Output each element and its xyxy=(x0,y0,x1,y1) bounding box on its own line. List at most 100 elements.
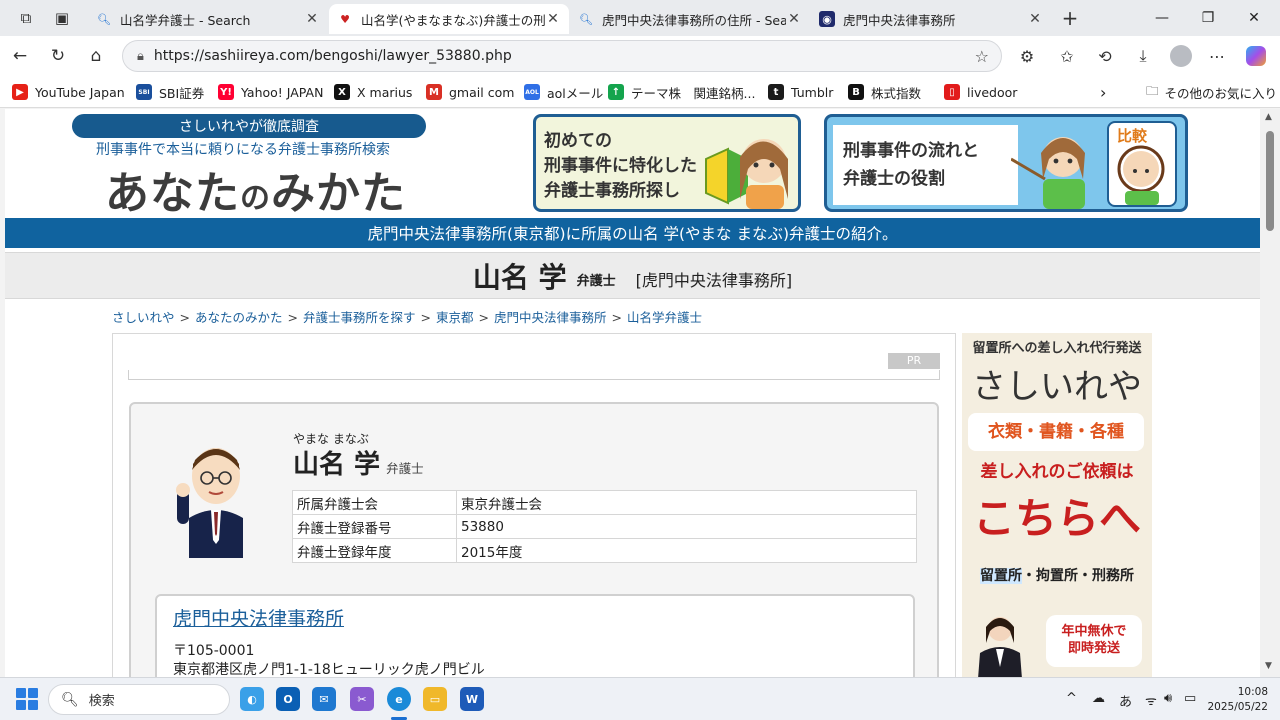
pr-ad-slot xyxy=(128,370,940,380)
breadcrumb-link[interactable]: 山名学弁護士 xyxy=(627,310,702,325)
breadcrumb-link[interactable]: 弁護士事務所を探す xyxy=(303,310,416,325)
ad-here: こちらへ xyxy=(972,494,1141,543)
breadcrumb-link[interactable]: 東京都 xyxy=(436,310,474,325)
compare-badge[interactable]: 比較 xyxy=(1107,121,1177,207)
battery-icon[interactable]: ▭ xyxy=(1184,691,1196,706)
address-bar[interactable]: 🔒︎ https://sashiireya.com/bengoshi/lawye… xyxy=(122,40,1002,72)
edge-icon[interactable]: e xyxy=(387,687,411,711)
volume-icon[interactable]: 🔊︎ xyxy=(1164,691,1172,706)
close-tab-icon[interactable]: ✕ xyxy=(1027,11,1043,27)
scroll-down-icon[interactable]: ▼ xyxy=(1265,661,1272,671)
outlook-icon[interactable]: O xyxy=(276,687,300,711)
folder-icon: 🗀 xyxy=(1146,82,1159,98)
banner-first-time[interactable]: 初めての 刑事事件に特化した 弁護士事務所探し xyxy=(533,114,801,212)
breadcrumb-link[interactable]: あなたのみかた xyxy=(195,310,283,325)
breadcrumb-link[interactable]: 虎門中央法律事務所 xyxy=(494,310,607,325)
scrollbar-thumb[interactable] xyxy=(1266,131,1274,231)
ad-badge: 年中無休で 即時発送 xyxy=(1046,615,1142,667)
wifi-icon[interactable]: ᯤ xyxy=(1145,691,1157,709)
taskbar-search[interactable]: 🔍︎ 検索 xyxy=(48,684,230,715)
office-address: 東京都港区虎ノ門1-1-18ヒューリック虎ノ門ビル xyxy=(173,662,485,677)
lawyer-info-table: 所属弁護士会 東京弁護士会 弁護士登録番号 53880 弁護士登録年度 2015年度 xyxy=(292,490,917,563)
show-hidden-icons-icon[interactable]: ^ xyxy=(1066,691,1077,706)
profile-avatar[interactable] xyxy=(1168,44,1194,68)
lock-icon: 🔒︎ xyxy=(137,48,144,64)
bookmarks-overflow-icon[interactable]: › xyxy=(1100,82,1106,102)
tab-law-firm[interactable]: ◉ 虎門中央法律事務所 ✕ xyxy=(811,4,1051,34)
banner-text: 初めての 刑事事件に特化した 弁護士事務所探し xyxy=(544,131,697,201)
tab-actions-icon[interactable]: ▣ xyxy=(50,6,74,30)
gmail-icon: M xyxy=(426,84,442,100)
ime-indicator[interactable]: あ xyxy=(1119,691,1132,710)
row-value: 2015年度 xyxy=(456,538,917,563)
tab-search[interactable]: 🔍︎ 山名学弁護士 - Search ✕ xyxy=(88,4,328,34)
tab-address-search[interactable]: 🔍︎ 虎門中央法律事務所の住所 - Sea ✕ xyxy=(570,4,810,34)
bookmark-item[interactable]: Mgmail com xyxy=(426,82,514,102)
close-tab-icon[interactable]: ✕ xyxy=(545,11,561,27)
favorite-star-icon[interactable]: ☆ xyxy=(975,47,989,66)
history-icon[interactable]: ⟲ xyxy=(1092,44,1118,68)
new-tab-icon[interactable]: + xyxy=(1058,6,1082,30)
banner-flow[interactable]: 刑事事件の流れと 弁護士の役割 比較 xyxy=(824,114,1188,212)
home-icon[interactable]: ⌂ xyxy=(82,42,110,70)
bookmark-item[interactable]: Y! Yahoo! JAPAN xyxy=(218,82,323,102)
breadcrumb-link[interactable]: さしいれや xyxy=(112,310,175,325)
extensions-icon[interactable]: ⚙ xyxy=(1014,44,1040,68)
bookmark-item[interactable]: t Tumblr xyxy=(768,82,833,102)
page-scrollbar[interactable]: ▲ ▼ xyxy=(1260,109,1280,677)
onedrive-icon[interactable]: ☁ xyxy=(1092,691,1105,706)
close-window-icon[interactable]: ✕ xyxy=(1232,4,1276,32)
sashiireya-ad[interactable]: 留置所への差し入れ代行発送 さしいれや 衣類・書籍・各種 差し入れのご依頼は こ… xyxy=(962,333,1152,677)
word-icon[interactable]: W xyxy=(460,687,484,711)
snipping-tool-icon[interactable]: ✂ xyxy=(350,687,374,711)
office-zip: 〒105-0001 xyxy=(173,643,255,659)
more-menu-icon[interactable]: ⋯ xyxy=(1204,44,1230,68)
bookmark-item[interactable]: AOL aolメール xyxy=(524,82,603,102)
row-key: 弁護士登録番号 xyxy=(292,514,457,539)
scroll-up-icon[interactable]: ▲ xyxy=(1265,112,1272,122)
lawyer-name-heading: 山名 学 xyxy=(472,260,567,294)
bookmark-item[interactable]: ▯ livedoor xyxy=(944,82,1017,102)
banner-illustration-icon xyxy=(705,139,788,209)
clock[interactable]: 10:08 2025/05/22 xyxy=(1206,685,1268,715)
copilot-icon[interactable] xyxy=(1243,44,1269,68)
search-icon: 🔍︎ xyxy=(61,691,79,708)
bookmark-label: Yahoo! JAPAN xyxy=(241,84,324,100)
widgets-icon[interactable]: ◐ xyxy=(240,687,264,711)
site-logo[interactable]: あなたのみかた xyxy=(105,157,406,221)
tab-lawyer-page[interactable]: ♥ 山名学(やまなまなぶ)弁護士の刑事 ✕ xyxy=(329,4,569,34)
bookmark-item[interactable]: ↑ テーマ株 関連銘柄... xyxy=(608,82,755,102)
other-favorites-folder[interactable]: 🗀 その他のお気に入り xyxy=(1146,82,1277,102)
livedoor-icon: ▯ xyxy=(944,84,960,100)
start-button[interactable] xyxy=(16,688,38,710)
theme-stock-icon: ↑ xyxy=(608,84,624,100)
tab-strip: ⧉ ▣ 🔍︎ 山名学弁護士 - Search ✕ ♥ 山名学(やまなまなぶ)弁護… xyxy=(0,0,1280,36)
bookmark-item[interactable]: SBI SBI証券 xyxy=(136,82,204,102)
bookmark-label: Tumblr xyxy=(791,84,834,100)
bookmark-item[interactable]: X X marius xyxy=(334,82,412,102)
row-value: 53880 xyxy=(456,514,917,539)
minimize-icon[interactable]: — xyxy=(1140,4,1184,32)
bookmark-item[interactable]: B 株式指数 xyxy=(848,82,921,102)
office-box: 虎門中央法律事務所 〒105-0001 東京都港区虎ノ門1-1-18ヒューリック… xyxy=(155,594,915,677)
bookmark-label: YouTube Japan xyxy=(35,84,125,100)
download-icon[interactable]: ⤓ xyxy=(1130,44,1156,68)
back-icon[interactable]: ← xyxy=(6,42,34,70)
tab-title: 山名学弁護士 - Search xyxy=(120,12,251,28)
bookmark-item[interactable]: ▶ YouTube Japan xyxy=(12,82,125,102)
favorites-icon[interactable]: ✩ xyxy=(1054,44,1080,68)
tumblr-icon: t xyxy=(768,84,784,100)
workspaces-icon[interactable]: ⧉ xyxy=(14,6,38,30)
bookmark-label: テーマ株 関連銘柄... xyxy=(631,85,756,101)
close-tab-icon[interactable]: ✕ xyxy=(304,11,320,27)
favorites-bar: ▶ YouTube Japan SBI SBI証券 Y! Yahoo! JAPAN X X m… xyxy=(0,76,1280,108)
office-name-link[interactable]: 虎門中央法律事務所 xyxy=(173,604,344,631)
header-pill: さしいれやが徹底調査 xyxy=(72,114,426,138)
search-icon: 🔍︎ xyxy=(97,12,111,26)
refresh-icon[interactable]: ↻ xyxy=(44,42,72,70)
mail-icon[interactable]: ✉ xyxy=(312,687,336,711)
table-row: 弁護士登録番号 53880 xyxy=(292,514,917,539)
restore-icon[interactable]: ❐ xyxy=(1186,4,1230,32)
file-explorer-icon[interactable]: ▭ xyxy=(423,687,447,711)
close-tab-icon[interactable]: ✕ xyxy=(786,11,802,27)
